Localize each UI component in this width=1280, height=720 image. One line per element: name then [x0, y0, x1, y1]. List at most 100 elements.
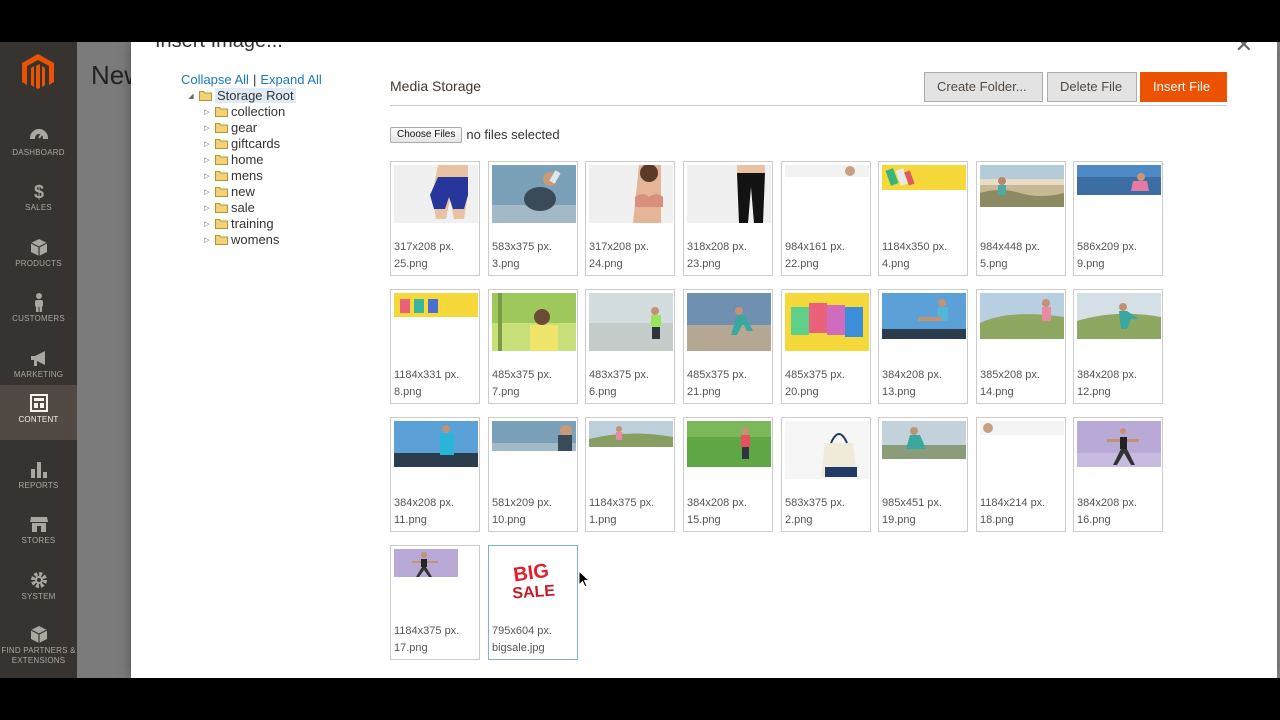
close-icon[interactable]: ✕ — [1235, 42, 1253, 58]
admin-menu-item[interactable]: PRODUCTS — [0, 229, 77, 284]
box-icon — [30, 239, 47, 256]
thumbnail-image — [394, 293, 478, 351]
admin-menu-item[interactable]: DASHBOARD — [0, 118, 77, 173]
file-thumbnail[interactable]: 1184x350 px. 4.png — [878, 161, 968, 276]
tree-folder-label[interactable]: training — [231, 216, 274, 231]
file-thumbnail[interactable]: 581x209 px. 10.png — [488, 417, 578, 532]
expand-triangle-icon[interactable]: ▷ — [201, 105, 213, 121]
file-thumbnail[interactable]: 485x375 px. 20.png — [781, 289, 871, 404]
svg-text:SALE: SALE — [512, 583, 556, 603]
file-thumbnail[interactable]: 384x208 px. 12.png — [1073, 289, 1163, 404]
tree-folder-node[interactable]: ▷ new — [201, 184, 381, 200]
file-thumbnail[interactable]: 1184x375 px. 1.png — [585, 417, 675, 532]
file-thumbnail[interactable]: 485x375 px. 7.png — [488, 289, 578, 404]
file-thumbnail[interactable]: 384x208 px. 13.png — [878, 289, 968, 404]
thumbnail-filename: 3.png — [492, 258, 520, 270]
expand-triangle-icon[interactable]: ▷ — [201, 217, 213, 233]
tree-folder-node[interactable]: ▷ sale — [201, 200, 381, 216]
admin-menu-label: CONTENT — [18, 415, 59, 424]
delete-file-button[interactable]: Delete File — [1047, 72, 1137, 102]
expand-triangle-icon[interactable]: ▷ — [201, 169, 213, 185]
thumbnail-filename: 2.png — [785, 514, 813, 526]
svg-text:$: $ — [33, 182, 43, 201]
file-thumbnail[interactable]: 1184x214 px. 18.png — [976, 417, 1066, 532]
collapse-all-link[interactable]: Collapse All — [181, 72, 249, 87]
admin-menu-label: REPORTS — [18, 481, 59, 490]
admin-menu-item[interactable]: CONTENT — [0, 385, 77, 440]
collapse-triangle-icon[interactable]: ◢ — [185, 89, 197, 105]
expand-triangle-icon[interactable]: ▷ — [201, 153, 213, 169]
tree-folder-node[interactable]: ▷ gear — [201, 120, 381, 136]
tree-folder-label[interactable]: mens — [231, 168, 263, 183]
file-thumbnail[interactable]: 583x375 px. 2.png — [781, 417, 871, 532]
modal-title: Insert Image... — [155, 42, 283, 53]
admin-menu-item[interactable]: REPORTS — [0, 451, 77, 506]
file-thumbnail[interactable]: 317x208 px. 24.png — [585, 161, 675, 276]
thumbnail-image — [1077, 165, 1161, 195]
tree-folder-list: ▷ collection ▷ gear ▷ giftcards ▷ home ▷ mens ▷ new… — [181, 104, 381, 248]
choose-files-button[interactable]: Choose Files — [390, 126, 463, 143]
thumbnail-dimensions: 483x375 px. — [589, 369, 649, 381]
insert-file-button[interactable]: Insert File — [1140, 72, 1227, 102]
file-thumbnail[interactable]: 984x448 px. 5.png — [976, 161, 1066, 276]
expand-all-link[interactable]: Expand All — [260, 72, 321, 87]
thumbnail-dimensions: 384x208 px. — [687, 497, 747, 509]
tree-folder-label[interactable]: sale — [231, 200, 255, 215]
admin-menu-item[interactable]: SYSTEM — [0, 562, 77, 617]
file-thumbnail[interactable]: 317x208 px. 25.png — [390, 161, 480, 276]
folder-icon — [215, 139, 228, 150]
tree-folder-node[interactable]: ▷ giftcards — [201, 136, 381, 152]
file-thumbnail[interactable]: 985x451 px. 19.png — [878, 417, 968, 532]
file-thumbnail[interactable]: 1184x331 px. 8.png — [390, 289, 480, 404]
file-thumbnail[interactable]: BIG SALE 795x604 px. bigsale.jpg — [488, 545, 578, 660]
tree-folder-label[interactable]: gear — [231, 120, 257, 135]
file-thumbnail[interactable]: 384x208 px. 11.png — [390, 417, 480, 532]
file-thumbnail[interactable]: 586x209 px. 9.png — [1073, 161, 1163, 276]
tree-folder-label[interactable]: home — [231, 152, 264, 167]
bar-chart-icon — [30, 462, 47, 478]
thumbnail-image — [492, 165, 576, 223]
file-thumbnail[interactable]: 583x375 px. 3.png — [488, 161, 578, 276]
tree-folder-node[interactable]: ▷ collection — [201, 104, 381, 120]
tree-folder-node[interactable]: ▷ mens — [201, 168, 381, 184]
admin-menu-label: STORES — [21, 536, 56, 545]
tree-folder-label[interactable]: giftcards — [231, 136, 280, 151]
file-thumbnail[interactable]: 318x208 px. 23.png — [683, 161, 773, 276]
tree-folder-label[interactable]: womens — [231, 232, 279, 247]
expand-triangle-icon[interactable]: ▷ — [201, 137, 213, 153]
file-thumbnail[interactable]: 1184x375 px. 17.png — [390, 545, 480, 660]
thumbnail-image — [785, 421, 869, 479]
file-thumbnail[interactable]: 385x208 px. 14.png — [976, 289, 1066, 404]
tree-folder-node[interactable]: ▷ training — [201, 216, 381, 232]
create-folder-button[interactable]: Create Folder... — [924, 72, 1043, 102]
tree-root-node[interactable]: ◢ Storage Root — [185, 88, 381, 104]
expand-triangle-icon[interactable]: ▷ — [201, 201, 213, 217]
thumbnail-dimensions: 984x161 px. — [785, 241, 845, 253]
insert-image-modal: Insert Image... ✕ Collapse All|Expand Al… — [131, 42, 1277, 678]
magento-logo-icon[interactable] — [20, 52, 56, 92]
tree-folder-node[interactable]: ▷ womens — [201, 232, 381, 248]
expand-triangle-icon[interactable]: ▷ — [201, 185, 213, 201]
admin-menu-item[interactable]: FIND PARTNERS & EXTENSIONS — [0, 617, 77, 672]
tree-folder-label[interactable]: new — [231, 184, 255, 199]
thumbnail-filename: 19.png — [882, 514, 916, 526]
upload-row: Choose Files no files selected — [390, 126, 560, 144]
admin-menu-item[interactable]: $ SALES — [0, 173, 77, 228]
expand-triangle-icon[interactable]: ▷ — [201, 121, 213, 137]
admin-menu-item[interactable]: STORES — [0, 506, 77, 561]
tree-root-label[interactable]: Storage Root — [215, 88, 296, 103]
tree-folder-node[interactable]: ▷ home — [201, 152, 381, 168]
expand-triangle-icon[interactable]: ▷ — [201, 233, 213, 249]
file-thumbnail[interactable]: 384x208 px. 16.png — [1073, 417, 1163, 532]
file-thumbnail[interactable]: 483x375 px. 6.png — [585, 289, 675, 404]
admin-menu-item[interactable]: CUSTOMERS — [0, 284, 77, 339]
thumbnail-dimensions: 1184x214 px. — [980, 497, 1046, 509]
cube-icon — [30, 626, 47, 643]
admin-menu-label: FIND PARTNERS & EXTENSIONS — [1, 646, 76, 665]
tree-folder-label[interactable]: collection — [231, 104, 285, 119]
file-thumbnail[interactable]: 485x375 px. 21.png — [683, 289, 773, 404]
thumbnail-dimensions: 583x375 px. — [785, 497, 845, 509]
file-thumbnail[interactable]: 984x161 px. 22.png — [781, 161, 871, 276]
file-thumbnail[interactable]: 384x208 px. 15.png — [683, 417, 773, 532]
folder-icon — [215, 187, 228, 198]
